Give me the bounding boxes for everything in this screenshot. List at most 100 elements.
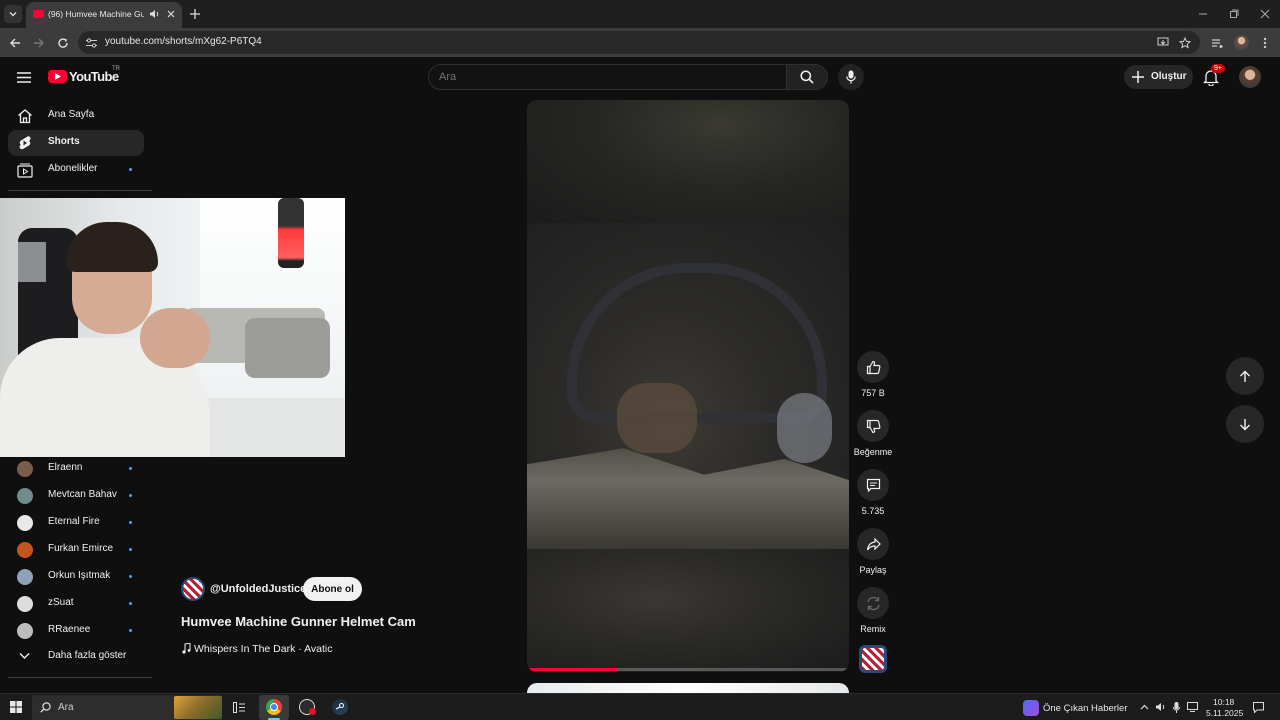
comments-button[interactable]: [857, 469, 889, 501]
sidebar-item-subscriptions[interactable]: Abonelikler: [8, 157, 144, 183]
subscription-item[interactable]: Eternal Fire: [8, 510, 144, 536]
voice-search-button[interactable]: [838, 64, 864, 90]
subscription-item[interactable]: Furkan Emirce: [8, 537, 144, 563]
subscription-item[interactable]: zSuat: [8, 591, 144, 617]
sidebar-item-shorts[interactable]: Shorts: [8, 130, 144, 156]
site-info-icon[interactable]: [84, 35, 99, 50]
search-button[interactable]: [786, 64, 828, 90]
more-menu-icon[interactable]: [1258, 35, 1272, 51]
restore-icon[interactable]: [1227, 7, 1241, 21]
channel-name: Mevtcan Bahav: [48, 489, 117, 500]
share-button[interactable]: [857, 528, 889, 560]
search-box[interactable]: [428, 64, 787, 90]
channel-avatar: [17, 515, 33, 531]
notification-badge: 9+: [1211, 64, 1225, 73]
create-label: Oluştur: [1151, 71, 1187, 82]
recording-dot: [309, 708, 316, 715]
comment-count: 5.735: [861, 506, 885, 516]
channel-name: Orkun Işıtmak: [48, 570, 111, 581]
new-content-dot: [129, 548, 132, 551]
clock-date[interactable]: 5.11.2025: [1206, 708, 1243, 718]
tab-search-icon[interactable]: [4, 5, 22, 23]
channel-avatar[interactable]: [181, 577, 205, 601]
sidebar-item-home[interactable]: Ana Sayfa: [8, 103, 144, 129]
new-content-dot: [129, 602, 132, 605]
remix-button[interactable]: [857, 587, 889, 619]
thumbs-up-icon: [866, 360, 880, 374]
short-video-player[interactable]: [527, 100, 849, 672]
subscription-item[interactable]: Orkun Işıtmak: [8, 564, 144, 590]
arrow-up-icon: [1240, 370, 1250, 382]
volume-icon[interactable]: [1154, 701, 1166, 713]
search-input[interactable]: [439, 70, 769, 84]
close-window-icon[interactable]: [1258, 7, 1272, 21]
install-app-icon[interactable]: [1155, 35, 1170, 50]
subscription-item[interactable]: RRaenee: [8, 618, 144, 644]
show-more-label: Daha fazla göster: [48, 650, 127, 661]
subscription-item[interactable]: Elraenn: [8, 456, 144, 482]
new-content-dot: [129, 168, 132, 171]
account-avatar[interactable]: [1239, 66, 1261, 88]
media-controls-icon[interactable]: [1209, 35, 1225, 51]
close-tab-icon[interactable]: [165, 8, 177, 20]
dislike-label: Beğenme: [853, 447, 893, 457]
new-tab-icon[interactable]: [188, 7, 202, 21]
forward-icon[interactable]: [31, 35, 47, 51]
menu-icon[interactable]: [14, 67, 34, 87]
channel-avatar: [17, 542, 33, 558]
new-content-dot: [129, 575, 132, 578]
microphone-icon[interactable]: [1171, 701, 1181, 713]
address-bar[interactable]: youtube.com/shorts/mXg62-P6TQ4: [78, 31, 1200, 54]
bookmark-star-icon[interactable]: [1177, 35, 1192, 50]
previous-short-button[interactable]: [1226, 357, 1264, 395]
chevron-up-icon[interactable]: [1138, 701, 1150, 713]
taskbar-app-steam[interactable]: [329, 697, 351, 719]
dislike-button[interactable]: [857, 410, 889, 442]
armchair: [245, 318, 330, 378]
like-button[interactable]: [857, 351, 889, 383]
person-hair: [66, 222, 158, 272]
remix-icon: [866, 596, 880, 610]
subscription-item[interactable]: Mevtcan Bahav: [8, 483, 144, 509]
short-title: Humvee Machine Gunner Helmet Cam: [181, 614, 416, 629]
youtube-logo[interactable]: YouTube TR: [48, 66, 138, 86]
channel-handle[interactable]: @UnfoldedJustice: [210, 583, 306, 595]
next-short-button[interactable]: [1226, 405, 1264, 443]
browser-tab-strip: (96) Humvee Machine Gunn: [0, 0, 1280, 28]
taskbar-app-chrome[interactable]: [259, 695, 289, 720]
taskbar-search-box[interactable]: Ara: [32, 695, 222, 720]
sound-thumbnail[interactable]: [859, 645, 887, 673]
profile-avatar[interactable]: [1234, 35, 1249, 50]
channel-name: RRaenee: [48, 624, 91, 635]
subscribe-button[interactable]: Abone ol: [303, 577, 362, 601]
task-view-icon[interactable]: [232, 700, 246, 714]
music-track[interactable]: Whispers In The Dark · Avatic: [194, 643, 333, 655]
reload-icon[interactable]: [55, 35, 71, 51]
minimize-icon[interactable]: [1196, 7, 1210, 21]
display-icon[interactable]: [1186, 701, 1198, 713]
show-more-button[interactable]: Daha fazla göster: [8, 644, 144, 670]
back-icon[interactable]: [7, 35, 23, 51]
news-widget[interactable]: Öne Çıkan Haberler: [1020, 697, 1130, 719]
audio-playing-icon[interactable]: [148, 8, 160, 20]
progress-track[interactable]: [527, 668, 849, 671]
notifications-button[interactable]: 9+: [1201, 64, 1225, 89]
browser-tab[interactable]: (96) Humvee Machine Gunn: [26, 2, 182, 28]
create-button[interactable]: Oluştur: [1124, 65, 1193, 89]
sidebar-item-label: Abonelikler: [48, 163, 98, 174]
search-icon: [800, 70, 814, 84]
remix-label: Remix: [860, 624, 886, 634]
microphone-icon: [846, 70, 856, 84]
sidebar-divider: [8, 190, 152, 191]
windows-start-icon[interactable]: [9, 700, 23, 714]
news-label: Öne Çıkan Haberler: [1043, 703, 1128, 714]
helmet-strap: [777, 393, 832, 463]
clock-time[interactable]: 10:18: [1213, 697, 1234, 707]
taskbar-app-obs[interactable]: [296, 697, 318, 719]
tab-title: (96) Humvee Machine Gunn: [48, 9, 144, 19]
new-content-dot: [129, 521, 132, 524]
new-content-dot: [129, 467, 132, 470]
notification-center-icon[interactable]: [1252, 701, 1265, 714]
arrow-down-icon: [1240, 418, 1250, 430]
taskbar-search-placeholder: Ara: [58, 702, 74, 713]
